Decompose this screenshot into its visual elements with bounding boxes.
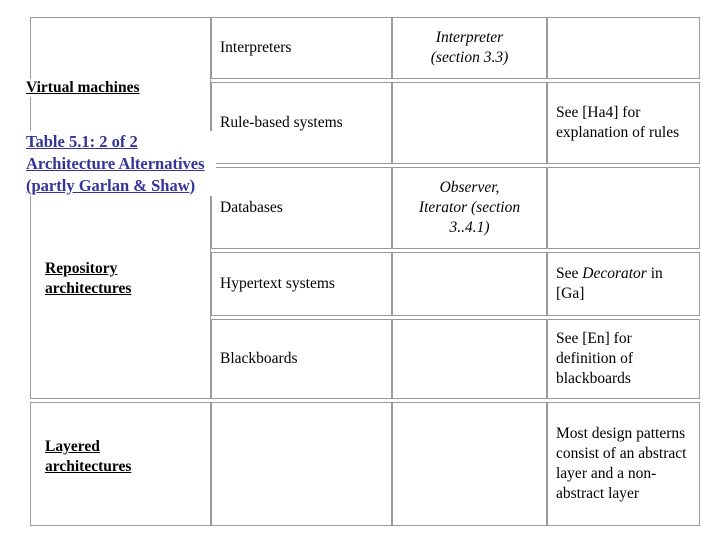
pattern-line-3: 3..4.1)	[449, 219, 490, 237]
pattern-cell-empty-2	[392, 82, 547, 164]
category-label-virtual-machines: Virtual machines	[26, 79, 140, 97]
category-cell-group	[30, 17, 211, 399]
style-cell-rule-based-systems: Rule-based systems	[211, 82, 392, 164]
pattern-cell-interpreter: Interpreter (section 3.3)	[392, 17, 547, 79]
pattern-cell-empty-4	[392, 252, 547, 316]
table-row: Interpreters Interpreter (section 3.3)	[30, 17, 700, 399]
remark-cell-most-design-patterns: Most design patterns consist of an abstr…	[547, 402, 700, 526]
remark-prefix: See	[556, 264, 583, 282]
pattern-cell-empty-6	[392, 402, 547, 526]
slide-title-link[interactable]: Table 5.1: 2 of 2 Architecture Alternati…	[26, 131, 216, 197]
category-label-repository-architectures: Repository architectures	[45, 259, 195, 300]
remark-cell-ha4: See [Ha4] for explanation of rules	[547, 82, 700, 164]
repository-line-2: architectures	[45, 280, 132, 298]
remark-cell-empty-1	[547, 17, 700, 79]
layered-line-2: architectures	[45, 458, 132, 476]
category-label-layered-architectures: Layered architectures	[45, 437, 195, 478]
remark-pattern-name: Decorator	[582, 264, 647, 282]
remark-cell-decorator: See Decorator in [Ga]	[547, 252, 700, 316]
style-cell-databases: Databases	[211, 167, 392, 249]
pattern-cell-empty-5	[392, 319, 547, 399]
pattern-cell-observer-iterator: Observer, Iterator (section 3..4.1)	[392, 167, 547, 249]
slide-surface: Interpreters Interpreter (section 3.3) R…	[0, 0, 720, 540]
pattern-line-2: Iterator (section	[418, 198, 521, 216]
style-cell-interpreters: Interpreters	[211, 17, 392, 79]
repository-line-1: Repository	[45, 260, 118, 277]
remark-cell-en: See [En] for definition of blackboards	[547, 319, 700, 399]
layered-line-1: Layered	[45, 438, 100, 455]
style-cell-empty-6	[211, 402, 392, 526]
pattern-line-1: Interpreter	[435, 28, 504, 46]
style-cell-blackboards: Blackboards	[211, 319, 392, 399]
remark-cell-empty-3	[547, 167, 700, 249]
pattern-line-1: Observer,	[439, 178, 500, 196]
pattern-line-2: (section 3.3)	[430, 49, 509, 66]
style-cell-hypertext-systems: Hypertext systems	[211, 252, 392, 316]
